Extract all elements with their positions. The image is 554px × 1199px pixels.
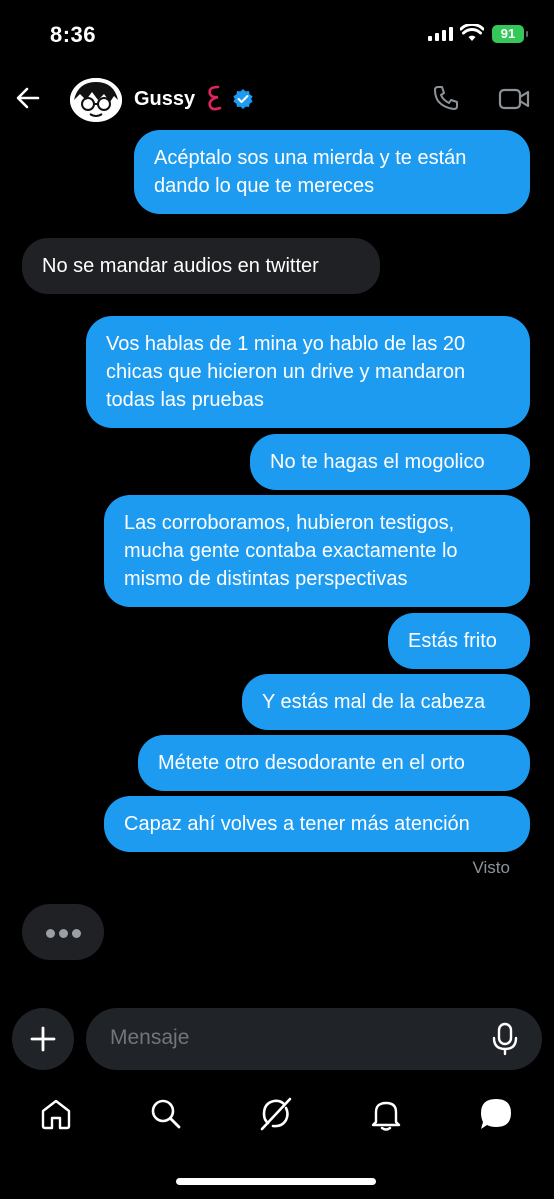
search-icon[interactable] [148, 1096, 184, 1132]
typing-dot [46, 929, 55, 938]
contact-name[interactable]: Gussy [134, 88, 195, 111]
microphone-icon[interactable] [490, 1022, 520, 1056]
read-receipt: Visto [472, 858, 511, 877]
status-time: 8:36 [50, 22, 97, 47]
message-bubble-outgoing[interactable]: Acéptalo sos una mierda y te están dando… [134, 130, 530, 214]
message-bubble-outgoing[interactable]: Estás frito [388, 613, 530, 669]
add-attachment-button[interactable] [12, 1008, 74, 1070]
message-bubble-outgoing[interactable]: Capaz ahí volves a tener más atención [104, 796, 530, 852]
message-bubble-outgoing[interactable]: Las corroboramos, hubieron testigos, muc… [104, 495, 530, 607]
message-bubble-incoming[interactable]: No se mandar audios en twitter [22, 238, 380, 294]
status-bar: 8:36 91 [0, 0, 554, 70]
wifi-icon [460, 24, 484, 41]
back-arrow-icon[interactable] [14, 84, 42, 112]
video-call-icon[interactable] [498, 86, 530, 112]
home-icon[interactable] [38, 1096, 74, 1132]
notifications-icon[interactable] [368, 1096, 404, 1132]
battery-indicator: 91 [492, 25, 528, 43]
message-bubble-outgoing[interactable]: Y estás mal de la cabeza [242, 674, 530, 730]
signal-icon [428, 27, 453, 41]
typing-dot [59, 929, 68, 938]
message-input-placeholder: Mensaje [110, 1026, 190, 1049]
worm-emoji-icon [208, 85, 222, 111]
typing-indicator [22, 904, 104, 960]
grok-icon[interactable] [258, 1096, 294, 1132]
message-bubble-outgoing[interactable]: Vos hablas de 1 mina yo hablo de las 20 … [86, 316, 530, 428]
bottom-tab-bar [0, 1088, 554, 1148]
typing-dot [72, 929, 81, 938]
home-indicator [176, 1178, 376, 1185]
message-composer: Mensaje [0, 1006, 554, 1072]
conversation-header: Gussy [0, 70, 554, 128]
verified-badge-icon [233, 89, 253, 109]
messages-icon[interactable] [478, 1096, 514, 1132]
message-bubble-outgoing[interactable]: Métete otro desodorante en el orto [138, 735, 530, 791]
avatar[interactable] [70, 78, 122, 122]
message-bubble-outgoing[interactable]: No te hagas el mogolico [250, 434, 530, 490]
plus-icon [30, 1026, 56, 1052]
phone-call-icon[interactable] [432, 84, 460, 112]
